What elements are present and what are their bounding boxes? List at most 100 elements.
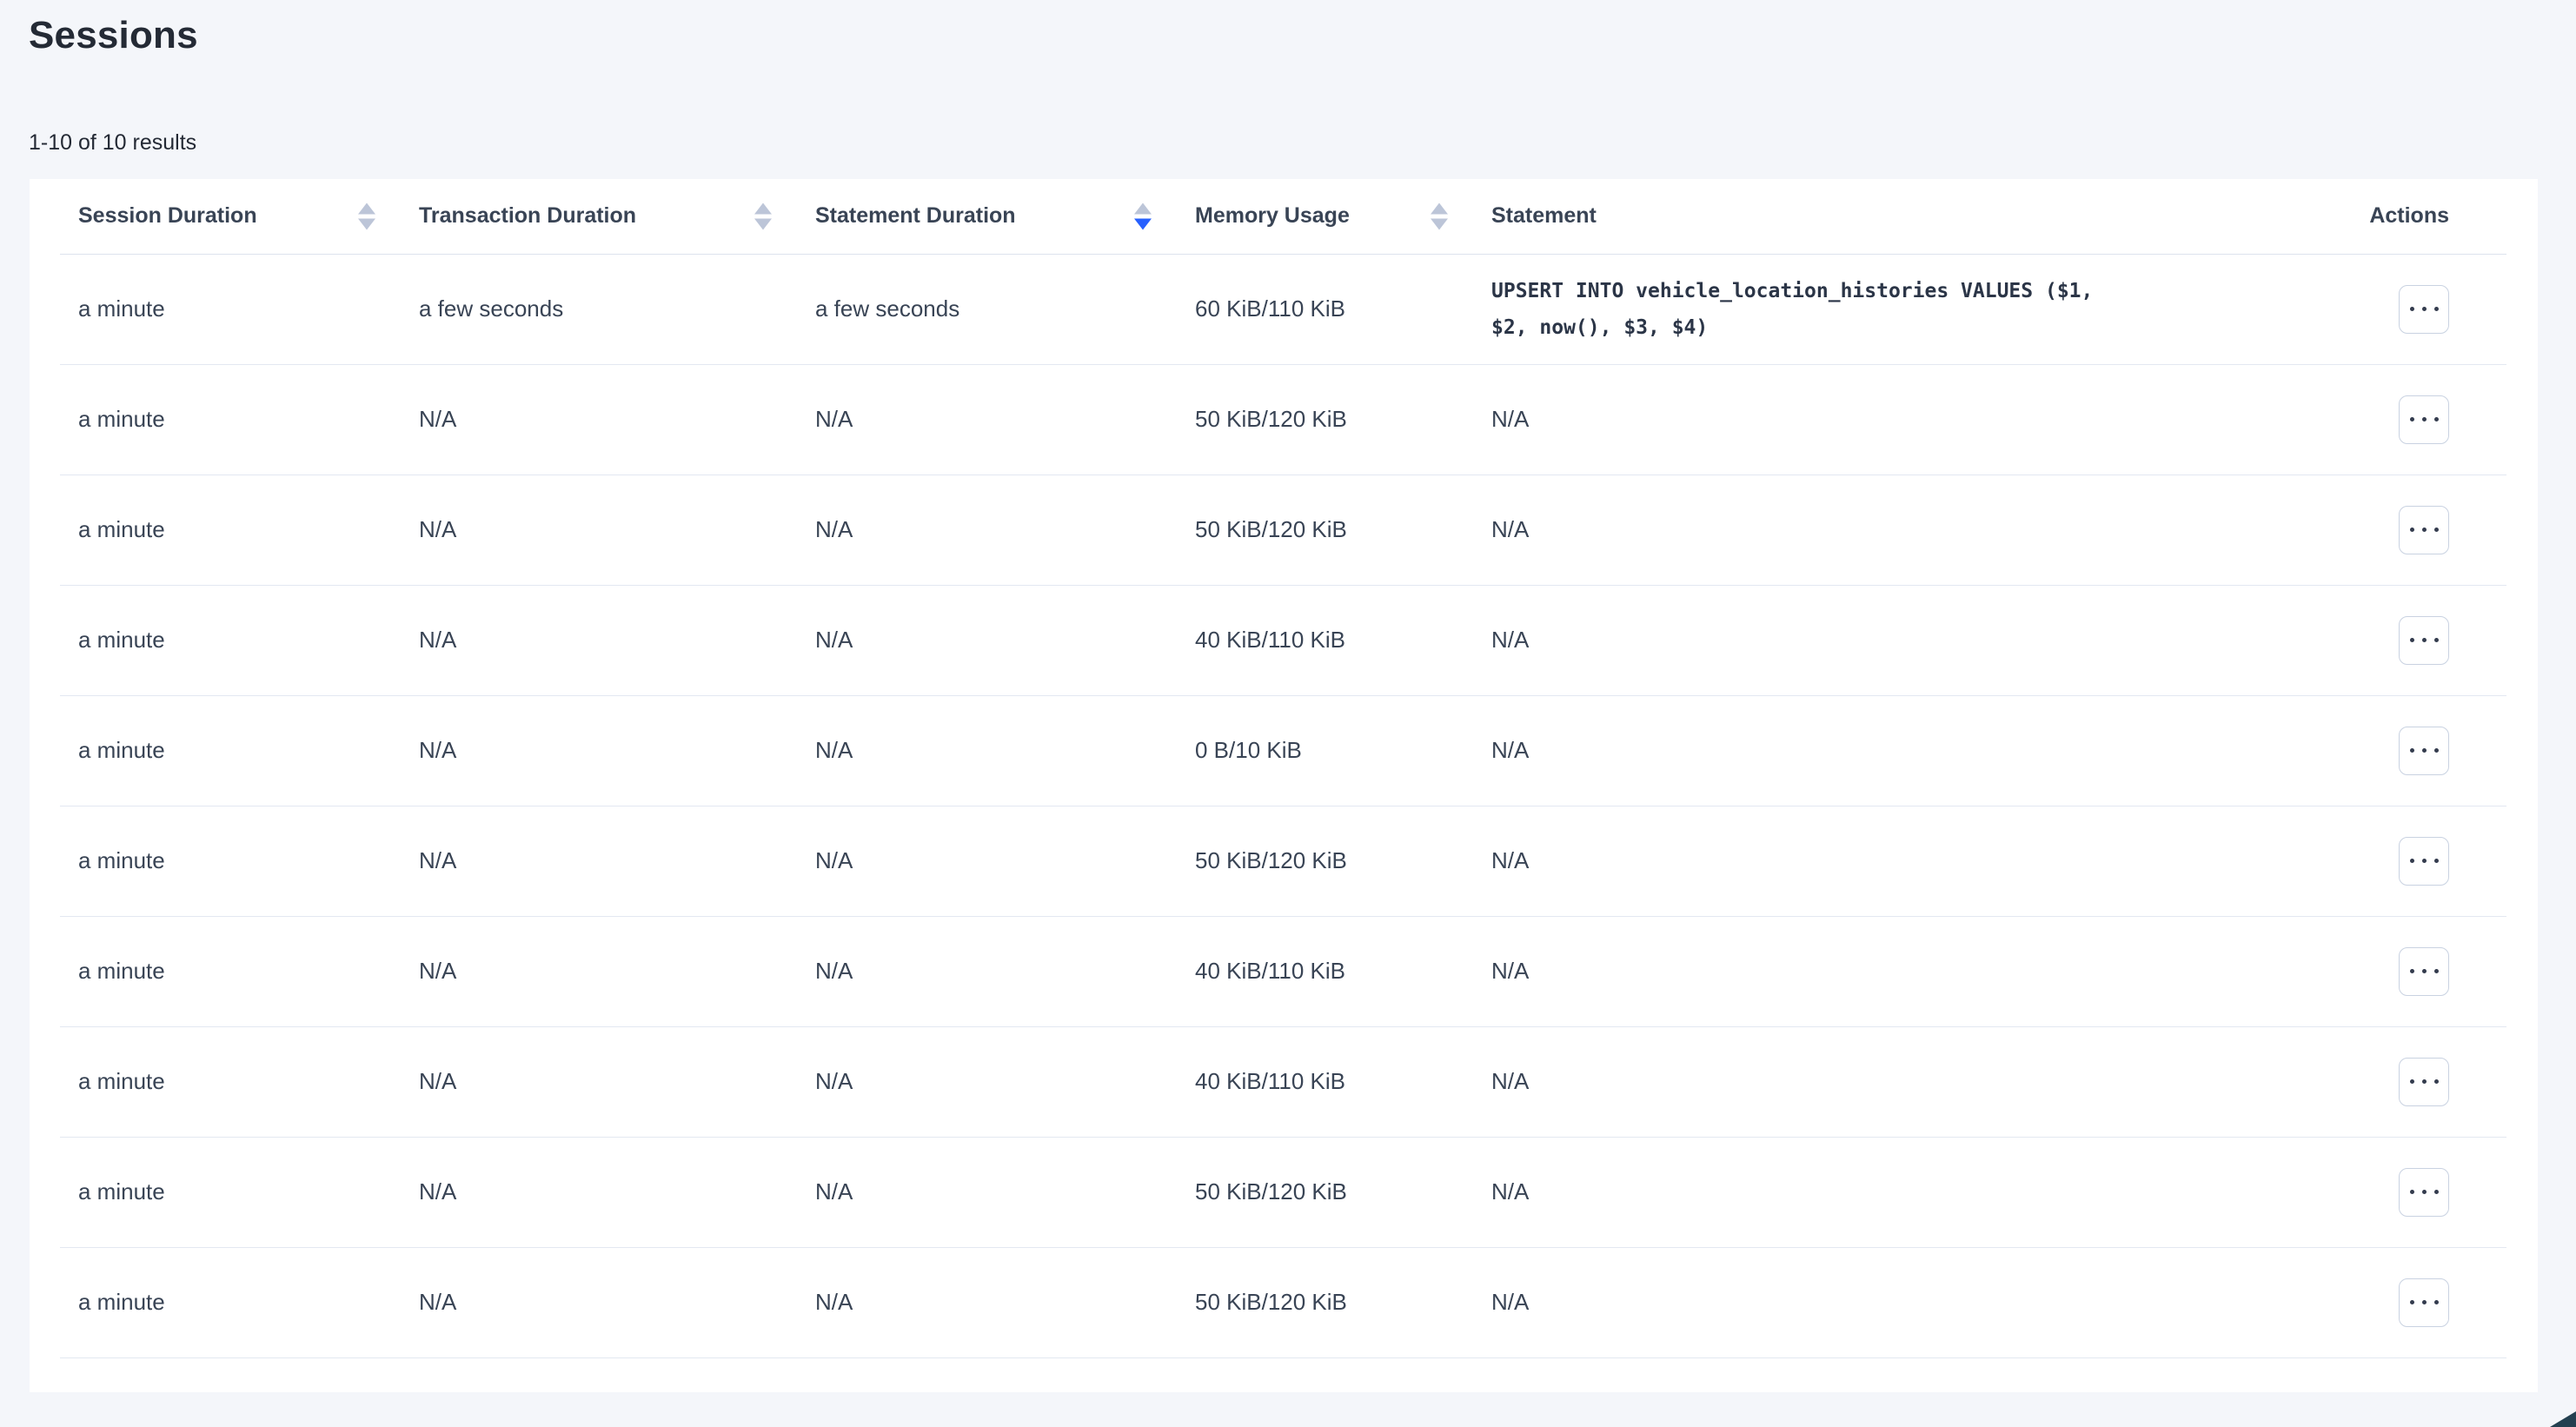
cell-statement-duration: N/A xyxy=(815,475,1195,585)
session-actions-button[interactable] xyxy=(2399,395,2449,444)
cell-statement-duration: N/A xyxy=(815,806,1195,916)
session-actions-button[interactable] xyxy=(2399,727,2449,775)
cell-actions xyxy=(2294,585,2506,695)
sort-desc-icon xyxy=(754,218,772,229)
cell-statement-duration: N/A xyxy=(815,916,1195,1026)
cell-statement: N/A xyxy=(1491,1247,2294,1357)
cell-actions xyxy=(2294,806,2506,916)
sort-arrows-icon[interactable] xyxy=(754,202,772,229)
cell-memory-usage: 50 KiB/120 KiB xyxy=(1195,1137,1491,1247)
cell-statement: N/A xyxy=(1491,1026,2294,1137)
column-header-statement: Statement xyxy=(1491,179,2294,254)
cell-session-duration: a minute xyxy=(60,1026,419,1137)
cell-statement: UPSERT INTO vehicle_location_histories V… xyxy=(1491,254,2294,364)
ellipsis-icon xyxy=(2410,528,2439,532)
page-title: Sessions xyxy=(29,14,198,57)
sort-desc-icon-active xyxy=(1134,218,1152,229)
session-actions-button[interactable] xyxy=(2399,285,2449,334)
column-label: Memory Usage xyxy=(1195,203,1350,228)
column-label: Statement Duration xyxy=(815,203,1016,228)
session-row: a minute N/A N/A 50 KiB/120 KiB N/A xyxy=(60,806,2506,916)
cell-transaction-duration: N/A xyxy=(419,1247,815,1357)
cell-actions xyxy=(2294,916,2506,1026)
sql-statement: UPSERT INTO vehicle_location_histories V… xyxy=(1491,273,2113,346)
cell-memory-usage: 50 KiB/120 KiB xyxy=(1195,1247,1491,1357)
column-header-actions: Actions xyxy=(2294,179,2506,254)
cell-statement: N/A xyxy=(1491,916,2294,1026)
column-header-memory-usage[interactable]: Memory Usage xyxy=(1195,179,1491,254)
cell-memory-usage: 50 KiB/120 KiB xyxy=(1195,475,1491,585)
cell-transaction-duration: a few seconds xyxy=(419,254,815,364)
cell-transaction-duration: N/A xyxy=(419,475,815,585)
sessions-table-card: Session Duration Transaction Duration St… xyxy=(30,179,2538,1392)
cell-statement: N/A xyxy=(1491,695,2294,806)
cell-statement-duration: a few seconds xyxy=(815,254,1195,364)
cell-transaction-duration: N/A xyxy=(419,585,815,695)
ellipsis-icon xyxy=(2410,638,2439,642)
session-row: a minute N/A N/A 0 B/10 KiB N/A xyxy=(60,695,2506,806)
cell-statement-duration: N/A xyxy=(815,1247,1195,1357)
table-header-row: Session Duration Transaction Duration St… xyxy=(60,179,2506,254)
cell-statement-duration: N/A xyxy=(815,1137,1195,1247)
ellipsis-icon xyxy=(2410,1079,2439,1084)
ellipsis-icon xyxy=(2410,1190,2439,1194)
ellipsis-icon xyxy=(2410,307,2439,311)
sort-desc-icon xyxy=(1431,218,1448,229)
sort-desc-icon xyxy=(358,218,375,229)
cell-statement-duration: N/A xyxy=(815,695,1195,806)
session-actions-button[interactable] xyxy=(2399,837,2449,886)
sessions-table: Session Duration Transaction Duration St… xyxy=(60,179,2506,1358)
ellipsis-icon xyxy=(2410,417,2439,421)
session-actions-button[interactable] xyxy=(2399,1058,2449,1106)
cell-memory-usage: 40 KiB/110 KiB xyxy=(1195,585,1491,695)
sort-asc-icon xyxy=(1134,202,1152,214)
column-label: Statement xyxy=(1491,203,1597,228)
ellipsis-icon xyxy=(2410,748,2439,753)
cell-session-duration: a minute xyxy=(60,364,419,475)
cell-session-duration: a minute xyxy=(60,1247,419,1357)
cell-session-duration: a minute xyxy=(60,806,419,916)
cell-statement: N/A xyxy=(1491,364,2294,475)
session-row: a minute N/A N/A 50 KiB/120 KiB N/A xyxy=(60,475,2506,585)
cell-actions xyxy=(2294,1247,2506,1357)
cell-statement-duration: N/A xyxy=(815,1026,1195,1137)
cell-statement-duration: N/A xyxy=(815,364,1195,475)
ellipsis-icon xyxy=(2410,969,2439,973)
sort-asc-icon xyxy=(358,202,375,214)
ellipsis-icon xyxy=(2410,859,2439,863)
cell-transaction-duration: N/A xyxy=(419,364,815,475)
sort-arrows-icon-active[interactable] xyxy=(1134,202,1152,229)
window-resize-corner xyxy=(2550,1411,2576,1427)
cell-statement: N/A xyxy=(1491,585,2294,695)
cell-memory-usage: 40 KiB/110 KiB xyxy=(1195,916,1491,1026)
column-header-transaction-duration[interactable]: Transaction Duration xyxy=(419,179,815,254)
sort-asc-icon xyxy=(754,202,772,214)
session-actions-button[interactable] xyxy=(2399,1278,2449,1327)
session-actions-button[interactable] xyxy=(2399,506,2449,554)
column-header-statement-duration[interactable]: Statement Duration xyxy=(815,179,1195,254)
session-row: a minute N/A N/A 50 KiB/120 KiB N/A xyxy=(60,1137,2506,1247)
cell-transaction-duration: N/A xyxy=(419,695,815,806)
cell-actions xyxy=(2294,364,2506,475)
cell-statement: N/A xyxy=(1491,475,2294,585)
column-header-session-duration[interactable]: Session Duration xyxy=(60,179,419,254)
sort-asc-icon xyxy=(1431,202,1448,214)
sort-arrows-icon[interactable] xyxy=(358,202,375,229)
session-row: a minute N/A N/A 50 KiB/120 KiB N/A xyxy=(60,1247,2506,1357)
session-row: a minute N/A N/A 40 KiB/110 KiB N/A xyxy=(60,1026,2506,1137)
session-actions-button[interactable] xyxy=(2399,1168,2449,1217)
cell-statement: N/A xyxy=(1491,806,2294,916)
session-actions-button[interactable] xyxy=(2399,616,2449,665)
cell-memory-usage: 40 KiB/110 KiB xyxy=(1195,1026,1491,1137)
session-actions-button[interactable] xyxy=(2399,947,2449,996)
session-row: a minute N/A N/A 40 KiB/110 KiB N/A xyxy=(60,916,2506,1026)
cell-session-duration: a minute xyxy=(60,695,419,806)
cell-session-duration: a minute xyxy=(60,475,419,585)
cell-actions xyxy=(2294,695,2506,806)
cell-actions xyxy=(2294,1026,2506,1137)
results-count: 1-10 of 10 results xyxy=(29,130,196,156)
cell-actions xyxy=(2294,254,2506,364)
cell-memory-usage: 50 KiB/120 KiB xyxy=(1195,806,1491,916)
cell-memory-usage: 60 KiB/110 KiB xyxy=(1195,254,1491,364)
sort-arrows-icon[interactable] xyxy=(1431,202,1448,229)
